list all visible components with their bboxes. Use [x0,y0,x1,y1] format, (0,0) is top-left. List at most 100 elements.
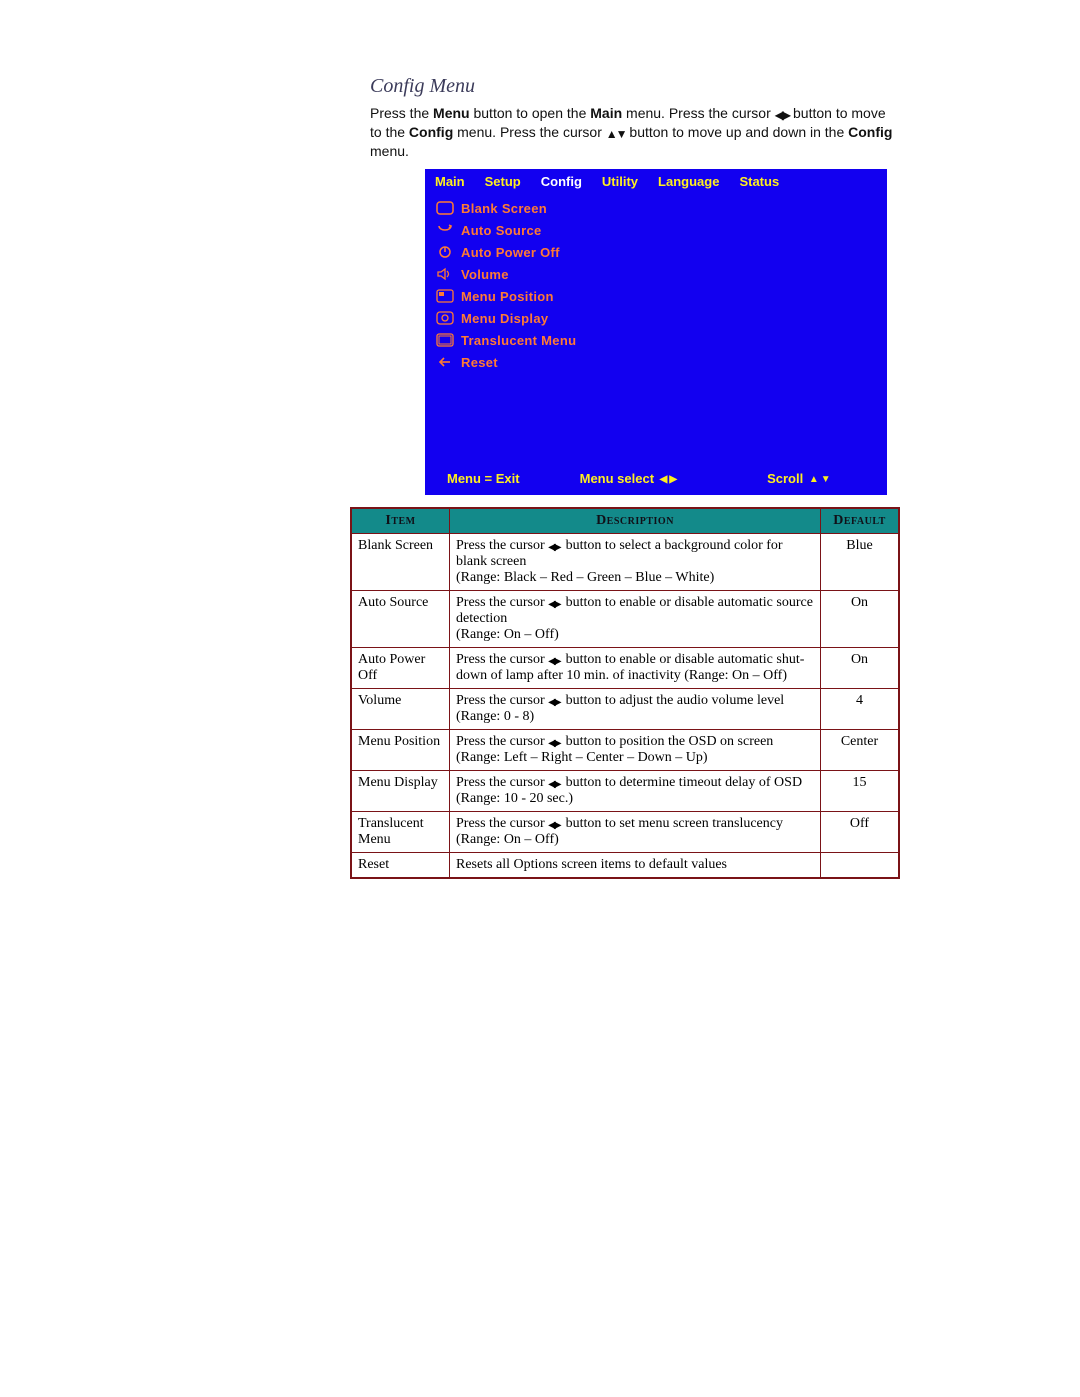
arrow-down-icon: ▼ [821,474,831,485]
table-cell-item: Blank Screen [351,534,450,591]
table-row: Blank ScreenPress the cursor ◀▶ button t… [351,534,899,591]
arrow-left-icon: ◀ [660,474,668,485]
arrow-left-right-icon: ◀▶ [548,779,562,789]
menu-item-menu-display[interactable]: Menu Display [425,307,887,329]
menu-item-volume[interactable]: Volume [425,263,887,285]
menu-item-blank-screen[interactable]: Blank Screen [425,197,887,219]
table-cell-description: Press the cursor ◀▶ button to enable or … [450,591,821,648]
tab-utility[interactable]: Utility [592,169,648,193]
table-cell-description: Press the cursor ◀▶ button to set menu s… [450,812,821,853]
table-cell-item: Reset [351,853,450,879]
arrow-left-right-icon: ◀▶ [775,107,789,123]
table-cell-default: On [821,591,900,648]
table-cell-description: Resets all Options screen items to defau… [450,853,821,879]
auto-power-off-icon [435,243,455,261]
intro-text: menu. [370,143,409,159]
intro-bold-config-2: Config [848,124,892,140]
intro-text: menu. Press the cursor [622,105,775,121]
tab-language[interactable]: Language [648,169,729,193]
arrow-left-right-icon: ◀▶ [548,738,562,748]
tab-status[interactable]: Status [729,169,789,193]
table-cell-description: Press the cursor ◀▶ button to determine … [450,771,821,812]
table-cell-description: Press the cursor ◀▶ button to adjust the… [450,689,821,730]
table-cell-item: Auto Power Off [351,648,450,689]
table-cell-description: Press the cursor ◀▶ button to position t… [450,730,821,771]
volume-icon [435,265,455,283]
arrow-left-right-icon: ◀▶ [548,542,562,552]
table-row: VolumePress the cursor ◀▶ button to adju… [351,689,899,730]
osd-footer-menu-select: Menu select ◀▶ [580,471,677,486]
translucent-menu-icon [435,331,455,349]
intro-bold-main: Main [590,105,622,121]
osd-footer-menu-select-label: Menu select [580,471,654,486]
table-cell-item: Menu Display [351,771,450,812]
menu-item-auto-power-off[interactable]: Auto Power Off [425,241,887,263]
config-doc-table: Item Description Default Blank ScreenPre… [350,507,900,879]
auto-source-icon [435,221,455,239]
tab-config[interactable]: Config [531,169,592,193]
menu-item-label: Menu Display [461,311,548,326]
table-cell-description: Press the cursor ◀▶ button to select a b… [450,534,821,591]
arrow-up-icon: ▲ [809,474,819,485]
menu-item-menu-position[interactable]: Menu Position [425,285,887,307]
menu-item-auto-source[interactable]: Auto Source [425,219,887,241]
section-title: Config Menu [370,75,900,98]
arrow-up-down-icon: ▲▼ [606,126,626,142]
osd-tab-bar: Main Setup Config Utility Language Statu… [425,169,887,193]
intro-text: menu. Press the cursor [453,124,606,140]
table-cell-default [821,853,900,879]
table-cell-item: Auto Source [351,591,450,648]
table-row: Translucent MenuPress the cursor ◀▶ butt… [351,812,899,853]
table-cell-default: Off [821,812,900,853]
table-row: ResetResets all Options screen items to … [351,853,899,879]
table-cell-item: Translucent Menu [351,812,450,853]
menu-item-label: Auto Power Off [461,245,560,260]
table-row: Auto SourcePress the cursor ◀▶ button to… [351,591,899,648]
menu-item-label: Blank Screen [461,201,547,216]
intro-text: Press the [370,105,433,121]
table-header-default: Default [821,508,900,534]
table-cell-default: On [821,648,900,689]
osd-footer: Menu = Exit Menu select ◀▶ Scroll ▲▼ [425,463,887,495]
arrow-left-right-icon: ◀▶ [548,656,562,666]
osd-footer-scroll: Scroll ▲▼ [767,471,831,486]
menu-position-icon [435,287,455,305]
intro-bold-menu: Menu [433,105,470,121]
osd-footer-scroll-label: Scroll [767,471,803,486]
table-cell-item: Menu Position [351,730,450,771]
arrow-right-icon: ▶ [669,474,677,485]
osd-body: Blank Screen Auto Source Auto Power Off … [425,193,887,463]
osd-footer-menu-exit: Menu = Exit [447,471,520,486]
blank-screen-icon [435,199,455,217]
menu-item-label: Translucent Menu [461,333,576,348]
intro-bold-config: Config [409,124,453,140]
table-row: Menu DisplayPress the cursor ◀▶ button t… [351,771,899,812]
menu-display-icon [435,309,455,327]
menu-item-label: Reset [461,355,498,370]
arrow-left-right-icon: ◀▶ [548,599,562,609]
reset-icon [435,353,455,371]
table-header-description: Description [450,508,821,534]
tab-setup[interactable]: Setup [475,169,531,193]
menu-item-label: Auto Source [461,223,542,238]
menu-item-translucent-menu[interactable]: Translucent Menu [425,329,887,351]
osd-menu: Main Setup Config Utility Language Statu… [425,169,887,495]
menu-item-label: Volume [461,267,509,282]
table-cell-default: 15 [821,771,900,812]
table-header-item: Item [351,508,450,534]
menu-item-reset[interactable]: Reset [425,351,887,373]
intro-text: button to move up and down in the [626,124,849,140]
table-cell-default: Center [821,730,900,771]
tab-main[interactable]: Main [425,169,475,193]
intro-text: button to open the [470,105,591,121]
table-row: Menu PositionPress the cursor ◀▶ button … [351,730,899,771]
arrow-left-right-icon: ◀▶ [548,820,562,830]
table-cell-default: Blue [821,534,900,591]
table-cell-default: 4 [821,689,900,730]
table-cell-description: Press the cursor ◀▶ button to enable or … [450,648,821,689]
table-cell-item: Volume [351,689,450,730]
menu-item-label: Menu Position [461,289,554,304]
table-row: Auto Power OffPress the cursor ◀▶ button… [351,648,899,689]
intro-paragraph: Press the Menu button to open the Main m… [370,104,900,161]
arrow-left-right-icon: ◀▶ [548,697,562,707]
